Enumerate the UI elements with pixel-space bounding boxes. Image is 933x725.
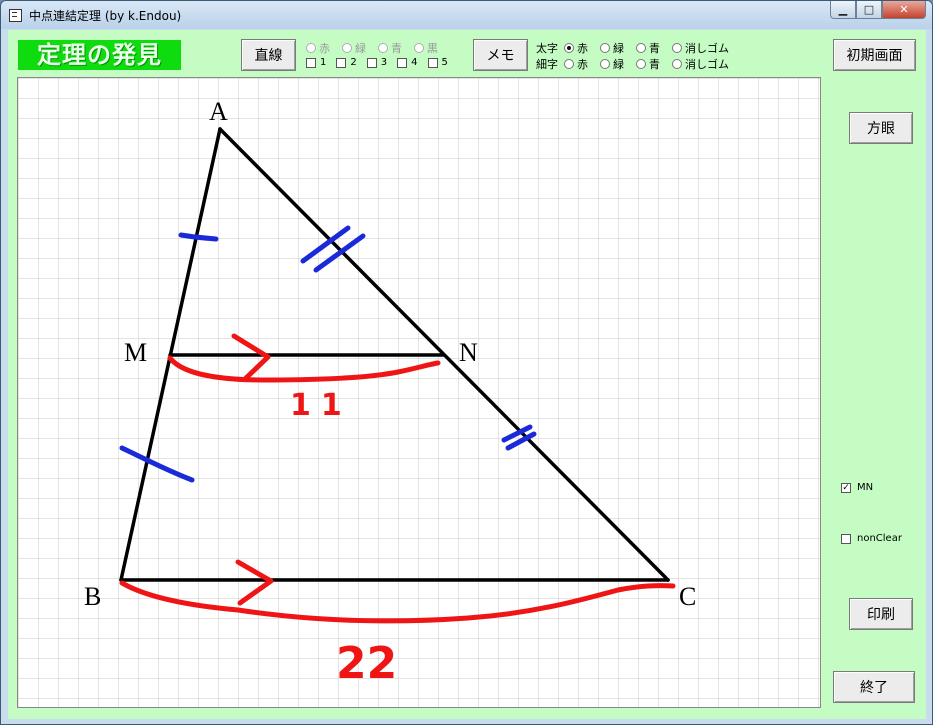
thin-blue-label: 青: [649, 58, 660, 71]
thin-eraser-radio[interactable]: [672, 59, 682, 69]
nonclear-label: nonClear: [857, 533, 902, 544]
thick-label: 太字: [536, 42, 558, 55]
reset-button[interactable]: 初期画面: [833, 39, 916, 71]
caption-buttons: ▁ □ ✕: [830, 1, 926, 20]
line-button[interactable]: 直線: [241, 39, 296, 71]
maximize-button[interactable]: □: [856, 1, 882, 19]
line-color-black-label: 黒: [427, 42, 438, 55]
thin-blue-radio[interactable]: [636, 59, 646, 69]
app-icon: [9, 9, 22, 22]
width-3-checkbox[interactable]: [366, 57, 377, 68]
thick-blue-label: 青: [649, 42, 660, 55]
line-width-group: 1 2 3 4 5: [306, 57, 458, 68]
thin-green-radio[interactable]: [600, 59, 610, 69]
length-bc: 22: [336, 638, 397, 689]
app-window: 中点連結定理 (by k.Endou) ▁ □ ✕ 定理の発見 直線 赤 緑 青…: [0, 0, 933, 725]
line-color-red-label: 赤: [319, 42, 330, 55]
width-2-checkbox[interactable]: [336, 57, 347, 68]
mn-checkbox[interactable]: ✓: [841, 482, 851, 493]
thin-red-label: 赤: [577, 58, 588, 71]
line-color-blue-radio[interactable]: [378, 43, 388, 53]
nonclear-option[interactable]: nonClear: [841, 533, 902, 544]
label-c: C: [679, 582, 696, 611]
width-2-label: 2: [350, 57, 357, 68]
label-b: B: [84, 582, 101, 611]
title-bar[interactable]: 中点連結定理 (by k.Endou) ▁ □ ✕: [1, 1, 932, 29]
label-n: N: [459, 338, 478, 367]
window-title: 中点連結定理 (by k.Endou): [29, 9, 182, 23]
client-area: 定理の発見 直線 赤 緑 青 黒 1 2 3 4 5 メモ 太字 赤 緑 青 消…: [8, 30, 926, 719]
thick-green-radio[interactable]: [600, 43, 610, 53]
thick-memo-group: 太字 赤 緑 青 消しゴム: [536, 40, 741, 56]
thick-blue-radio[interactable]: [636, 43, 646, 53]
maximize-icon: □: [863, 3, 875, 16]
label-m: M: [124, 338, 147, 367]
geometry-figure: A B C M N 11 22: [18, 78, 820, 707]
width-4-label: 4: [411, 57, 418, 68]
line-color-green-radio[interactable]: [342, 43, 352, 53]
width-5-checkbox[interactable]: [427, 57, 438, 68]
mn-label: MN: [857, 482, 874, 493]
mn-option[interactable]: ✓ MN: [841, 482, 873, 493]
thin-red-radio[interactable]: [564, 59, 574, 69]
thick-eraser-label: 消しゴム: [685, 42, 729, 55]
close-button[interactable]: ✕: [882, 1, 926, 19]
close-icon: ✕: [899, 3, 909, 16]
line-color-group: 赤 緑 青 黒: [306, 40, 450, 56]
line-color-black-radio[interactable]: [414, 43, 424, 53]
memo-button[interactable]: メモ: [473, 39, 528, 71]
width-1-label: 1: [320, 57, 327, 68]
thin-label: 細字: [536, 58, 558, 71]
line-color-blue-label: 青: [391, 42, 402, 55]
drawing-canvas[interactable]: A B C M N 11 22: [17, 77, 821, 708]
nonclear-checkbox[interactable]: [841, 533, 851, 544]
label-a: A: [209, 97, 228, 126]
minimize-button[interactable]: ▁: [830, 1, 856, 19]
minimize-icon: ▁: [838, 3, 848, 16]
grid: [18, 78, 820, 707]
width-4-checkbox[interactable]: [397, 57, 408, 68]
thin-memo-group: 細字 赤 緑 青 消しゴム: [536, 56, 741, 72]
width-3-label: 3: [380, 57, 388, 68]
width-5-label: 5: [441, 57, 448, 68]
width-1-checkbox[interactable]: [306, 57, 316, 68]
thick-eraser-radio[interactable]: [672, 43, 682, 53]
thin-eraser-label: 消しゴム: [685, 58, 729, 71]
app-logo: 定理の発見: [18, 40, 181, 70]
print-button[interactable]: 印刷: [849, 598, 913, 630]
thick-red-label: 赤: [577, 42, 588, 55]
line-color-red-radio[interactable]: [306, 43, 316, 53]
thick-red-radio[interactable]: [564, 43, 574, 53]
thick-green-label: 緑: [613, 42, 624, 55]
grid-button[interactable]: 方眼: [849, 112, 913, 144]
line-color-green-label: 緑: [355, 42, 366, 55]
length-mn: 11: [290, 388, 352, 423]
thin-green-label: 緑: [613, 58, 624, 71]
exit-button[interactable]: 終了: [833, 671, 915, 703]
